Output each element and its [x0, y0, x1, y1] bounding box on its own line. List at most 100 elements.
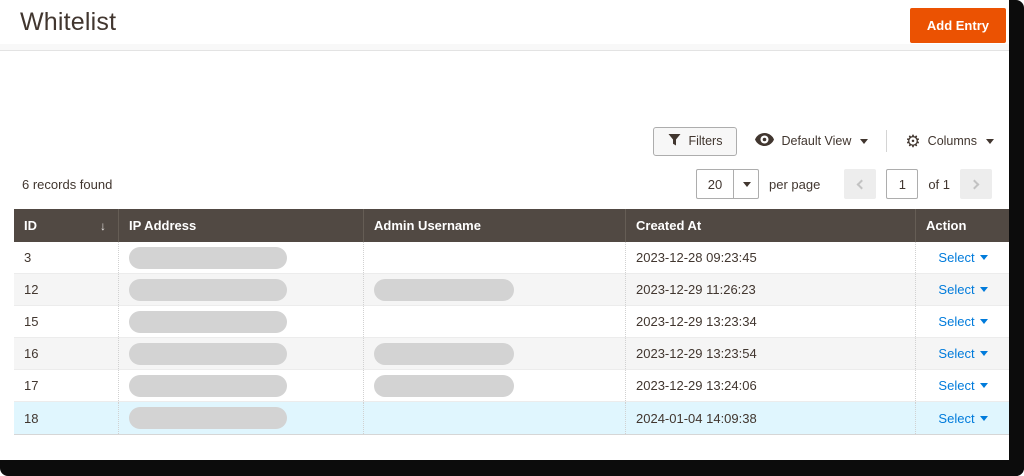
cell-id: 17: [24, 378, 39, 393]
add-entry-button[interactable]: Add Entry: [909, 8, 1006, 43]
page-size-select[interactable]: 20: [695, 169, 759, 199]
cell-ip-address: [118, 338, 363, 369]
toolbar-divider: [886, 130, 888, 152]
select-action-link[interactable]: Select: [938, 282, 988, 297]
cell-ip-address: [118, 370, 363, 401]
sort-descending-icon: ↓: [100, 218, 106, 233]
cell-created-at: 2023-12-29 13:24:06: [625, 370, 915, 401]
select-action-link[interactable]: Select: [938, 346, 988, 361]
redacted-username-pill: [374, 278, 514, 301]
table-header: ID ↓ IP Address Admin Username Created A…: [14, 209, 1010, 242]
current-page-input[interactable]: [886, 169, 919, 199]
cell-created-at: 2023-12-28 09:23:45: [625, 242, 915, 273]
filter-funnel-icon: [668, 133, 681, 149]
table-row[interactable]: 12 2023-12-29 11:26:23 Select: [14, 274, 1010, 306]
cell-action: Select: [915, 338, 1010, 369]
cell-id: 3: [24, 250, 32, 265]
cell-created-at: 2023-12-29 13:23:54: [625, 338, 915, 369]
chevron-down-icon: [979, 383, 988, 388]
column-header-ip-address[interactable]: IP Address: [118, 209, 363, 242]
redacted-ip-pill: [129, 278, 287, 301]
cell-id: 12: [24, 282, 39, 297]
grid-toolbar: Filters Default View ⚙ Columns: [14, 126, 994, 156]
select-action-link[interactable]: Select: [938, 314, 988, 329]
cell-action: Select: [915, 242, 1010, 273]
cell-created-at: 2024-01-04 14:09:38: [625, 402, 915, 434]
cell-action: Select: [915, 274, 1010, 305]
cell-ip-address: [118, 306, 363, 337]
chevron-down-icon: [979, 255, 988, 260]
column-header-id[interactable]: ID ↓: [14, 209, 118, 242]
grid-content: Filters Default View ⚙ Columns 6 records…: [0, 126, 1024, 435]
chevron-down-icon: [986, 138, 994, 144]
chevron-down-icon: [979, 287, 988, 292]
filters-button[interactable]: Filters: [653, 126, 738, 156]
cell-admin-username: [363, 402, 625, 434]
cell-admin-username: [363, 370, 625, 401]
cell-created-at: 2023-12-29 11:26:23: [625, 274, 915, 305]
whitelist-table: ID ↓ IP Address Admin Username Created A…: [14, 209, 1010, 435]
whitelist-page: Whitelist Add Entry Filters Default View…: [0, 0, 1024, 476]
select-action-link[interactable]: Select: [938, 378, 988, 393]
column-header-admin-username[interactable]: Admin Username: [363, 209, 625, 242]
page-size-value: 20: [707, 176, 723, 192]
cell-admin-username: [363, 338, 625, 369]
per-page-label: per page: [768, 176, 821, 192]
chevron-down-icon: [979, 319, 988, 324]
cell-action: Select: [915, 370, 1010, 401]
redacted-username-pill: [374, 374, 514, 397]
redacted-ip-pill: [129, 342, 287, 365]
select-action-link[interactable]: Select: [938, 411, 988, 426]
cell-ip-address: [118, 402, 363, 434]
grid-meta-row: 6 records found 20 per page of 1: [14, 169, 1010, 199]
cell-action: Select: [915, 306, 1010, 337]
cell-id: 16: [24, 346, 39, 361]
columns-control[interactable]: ⚙ Columns: [905, 133, 994, 150]
cell-admin-username: [363, 274, 625, 305]
chevron-down-icon: [979, 351, 988, 356]
redacted-ip-pill: [129, 374, 287, 397]
cell-action: Select: [915, 402, 1010, 434]
chevron-right-icon: [969, 179, 980, 189]
cell-created-at: 2023-12-29 13:23:34: [625, 306, 915, 337]
default-view-label: Default View: [781, 134, 852, 148]
records-found-text: 6 records found: [22, 176, 113, 192]
redacted-username-pill: [374, 342, 514, 365]
column-header-action: Action: [915, 209, 1010, 242]
gear-icon: ⚙: [905, 131, 921, 151]
default-view-control[interactable]: Default View: [755, 133, 869, 149]
chevron-left-icon: [856, 179, 867, 189]
select-action-link[interactable]: Select: [938, 250, 988, 265]
cell-ip-address: [118, 274, 363, 305]
chevron-down-icon: [732, 170, 758, 198]
pagination: 20 per page of 1: [695, 169, 992, 199]
screenshot-frame-bottom: [0, 460, 1024, 476]
table-row[interactable]: 16 2023-12-29 13:23:54 Select: [14, 338, 1010, 370]
cell-ip-address: [118, 242, 363, 273]
eye-icon: [755, 133, 775, 149]
page-title: Whitelist: [20, 8, 117, 36]
filters-label: Filters: [688, 134, 723, 148]
table-body: 3 2023-12-28 09:23:45 Select 12 2023-12-…: [14, 242, 1010, 434]
cell-id: 15: [24, 314, 39, 329]
header-divider-strip: [0, 44, 1024, 51]
redacted-ip-pill: [129, 407, 287, 429]
redacted-ip-pill: [129, 310, 287, 333]
table-row[interactable]: 18 2024-01-04 14:09:38 Select: [14, 402, 1010, 434]
cell-admin-username: [363, 306, 625, 337]
next-page-button[interactable]: [960, 169, 992, 199]
columns-label: Columns: [927, 134, 977, 148]
table-row[interactable]: 3 2023-12-28 09:23:45 Select: [14, 242, 1010, 274]
chevron-down-icon: [979, 415, 988, 421]
page-header: Whitelist Add Entry: [0, 0, 1024, 44]
chevron-down-icon: [860, 138, 869, 144]
cell-id: 18: [24, 410, 39, 426]
screenshot-frame-right: [1009, 0, 1024, 476]
cell-admin-username: [363, 242, 625, 273]
redacted-ip-pill: [129, 246, 287, 269]
column-header-created-at[interactable]: Created At: [625, 209, 915, 242]
previous-page-button[interactable]: [844, 169, 877, 199]
table-row[interactable]: 15 2023-12-29 13:23:34 Select: [14, 306, 1010, 338]
table-row[interactable]: 17 2023-12-29 13:24:06 Select: [14, 370, 1010, 402]
total-pages-label: of 1: [928, 176, 950, 192]
